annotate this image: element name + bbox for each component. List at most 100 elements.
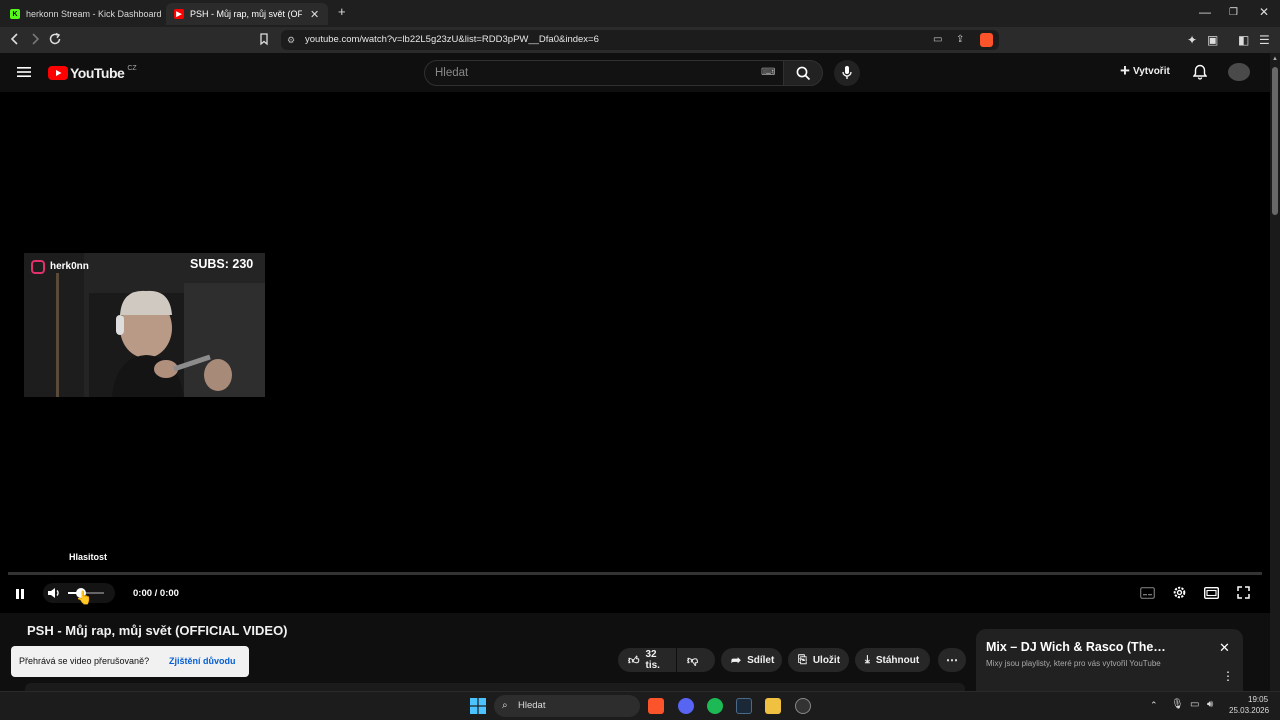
wallet-icon[interactable]: ▣ bbox=[1207, 32, 1218, 48]
notifications-button[interactable] bbox=[1192, 64, 1208, 85]
back-button[interactable] bbox=[9, 32, 21, 49]
steam-icon[interactable] bbox=[736, 698, 752, 714]
forward-icon bbox=[32, 33, 40, 45]
pause-button[interactable] bbox=[14, 587, 26, 605]
brave-browser-icon[interactable] bbox=[648, 698, 664, 714]
tray-overflow-icon[interactable]: ⌃ bbox=[1150, 700, 1158, 711]
sidebar-toggle-icon[interactable]: ◧ bbox=[1238, 32, 1249, 48]
voice-search-button[interactable] bbox=[834, 60, 860, 86]
clock-time[interactable]: 19:05 bbox=[1248, 695, 1268, 704]
search-button[interactable] bbox=[783, 60, 823, 86]
search-icon: ⌕ bbox=[502, 700, 508, 711]
download-label: Stáhnout bbox=[875, 654, 920, 666]
settings-button[interactable] bbox=[1172, 585, 1187, 605]
youtube-logo[interactable]: YouTube CZ bbox=[48, 65, 137, 81]
video-title: PSH - Můj rap, můj svět (OFFICIAL VIDEO) bbox=[27, 623, 288, 638]
youtube-logo-text: YouTube bbox=[70, 65, 125, 81]
theater-mode-button[interactable] bbox=[1203, 586, 1220, 604]
clock-date[interactable]: 25.03.2026 bbox=[1229, 706, 1269, 715]
tab-kick-dashboard[interactable]: K herkonn Stream - Kick Dashboard bbox=[2, 3, 162, 25]
mouse-cursor-icon: 👆 bbox=[76, 590, 93, 605]
url-field[interactable]: ⚙ youtube.com/watch?v=lb22L5g23zU&list=R… bbox=[281, 30, 999, 50]
like-count: 32 tis. bbox=[645, 649, 660, 671]
close-mix-icon[interactable]: ✕ bbox=[1219, 640, 1230, 656]
tray-microphone-icon[interactable]: 🎙︎ bbox=[1171, 699, 1184, 710]
cast-icon[interactable]: ▭ bbox=[933, 30, 942, 50]
forward-button[interactable] bbox=[29, 32, 41, 49]
spotify-icon[interactable] bbox=[707, 698, 723, 714]
speaker-icon[interactable]: 🔊︎ bbox=[1207, 699, 1213, 710]
toast-question: Přehrává se video přerušovaně? bbox=[19, 656, 150, 666]
save-label: Uložit bbox=[812, 654, 841, 666]
plus-icon: + bbox=[1120, 61, 1130, 80]
kick-icon: K bbox=[10, 9, 20, 19]
close-tab-icon[interactable]: ✕ bbox=[310, 8, 319, 21]
mix-playlist-panel: Mix – DJ Wich & Rasco (The… Mixy jsou pl… bbox=[976, 629, 1243, 691]
download-icon: ⤓ bbox=[865, 653, 870, 666]
tab-youtube-video[interactable]: ▶ PSH - Můj rap, můj svět (OFFICIA ✕ bbox=[166, 3, 328, 25]
scroll-up-icon[interactable]: ▲ bbox=[1272, 56, 1278, 62]
windows-start-icon[interactable] bbox=[470, 698, 486, 714]
subtitles-button[interactable] bbox=[1140, 586, 1155, 604]
pause-icon bbox=[16, 589, 24, 599]
guide-menu-button[interactable] bbox=[17, 65, 31, 83]
share-icon: ➦ bbox=[731, 653, 742, 667]
mix-subtitle: Mixy jsou playlisty, které pro vás vytvo… bbox=[986, 659, 1161, 668]
fullscreen-icon bbox=[1237, 586, 1250, 599]
theater-icon bbox=[1203, 586, 1220, 600]
extensions-icon[interactable]: ✦ bbox=[1187, 32, 1197, 48]
volume-tooltip: Hlasitost bbox=[69, 552, 108, 562]
description-box[interactable] bbox=[25, 683, 965, 691]
share-button[interactable]: ➦ Sdílet bbox=[721, 648, 782, 672]
reload-button[interactable] bbox=[48, 32, 62, 49]
brave-shields-icon[interactable] bbox=[980, 33, 993, 47]
browser-address-bar: ⚙ youtube.com/watch?v=lb22L5g23zU&list=R… bbox=[0, 27, 1280, 53]
youtube-icon: ▶ bbox=[174, 9, 184, 19]
more-horizontal-icon: ⋯ bbox=[946, 653, 958, 667]
thumbs-up-icon: 👍︎ bbox=[628, 654, 640, 667]
search-input[interactable]: Hledat ⌨ bbox=[424, 60, 784, 86]
browser-menu-icon[interactable]: ☰ bbox=[1259, 32, 1270, 48]
obs-icon[interactable] bbox=[795, 698, 811, 714]
new-tab-button[interactable]: + bbox=[338, 4, 346, 19]
file-explorer-icon[interactable] bbox=[765, 698, 781, 714]
share-page-icon[interactable]: ⇪ bbox=[956, 30, 964, 50]
url-text: youtube.com/watch?v=lb22L5g23zU&list=RDD… bbox=[305, 34, 599, 45]
more-actions-button[interactable]: ⋯ bbox=[938, 648, 966, 672]
mute-button[interactable] bbox=[47, 586, 61, 605]
reload-icon bbox=[49, 32, 61, 45]
keyboard-icon[interactable]: ⌨ bbox=[761, 61, 775, 85]
save-icon: ⎘ bbox=[798, 653, 807, 666]
mix-menu-icon[interactable]: ⋮ bbox=[1222, 669, 1234, 683]
create-button[interactable]: + Vytvořit bbox=[1120, 61, 1170, 80]
scrollbar-thumb[interactable] bbox=[1272, 67, 1278, 215]
subtitles-icon bbox=[1140, 587, 1155, 599]
gear-icon bbox=[1173, 586, 1186, 599]
avatar[interactable] bbox=[1228, 63, 1250, 81]
network-icon[interactable]: ▭ bbox=[1190, 699, 1199, 710]
save-button[interactable]: ⎘ Uložit bbox=[788, 648, 849, 672]
windows-logo-icon bbox=[470, 698, 486, 714]
like-button[interactable]: 👍︎ 32 tis. bbox=[618, 648, 676, 672]
close-window-button[interactable]: ✕ bbox=[1259, 5, 1269, 19]
discord-icon[interactable] bbox=[678, 698, 694, 714]
bell-icon bbox=[1192, 64, 1208, 80]
download-button[interactable]: ⤓ Stáhnout bbox=[855, 648, 930, 672]
progress-bar[interactable] bbox=[8, 572, 1262, 575]
site-settings-icon[interactable]: ⚙ bbox=[287, 30, 295, 50]
volume-icon bbox=[48, 588, 59, 598]
dislike-button[interactable]: 👎︎ bbox=[677, 648, 715, 672]
facecam-overlay: herk0nn SUBS: 230 bbox=[24, 253, 265, 397]
minimize-button[interactable]: — bbox=[1199, 5, 1211, 19]
taskbar-search[interactable]: ⌕ Hledat bbox=[494, 695, 640, 717]
toast-link[interactable]: Zjištění důvodu bbox=[169, 656, 236, 666]
video-player[interactable]: herk0nn SUBS: 230 Hlasitost 👆 0:00 / 0:0… bbox=[0, 92, 1270, 613]
youtube-header: YouTube CZ Hledat ⌨ + Vytvořit bbox=[0, 53, 1270, 92]
fullscreen-button[interactable] bbox=[1237, 586, 1250, 604]
thumbs-down-icon: 👎︎ bbox=[687, 654, 699, 667]
tab-title: PSH - Můj rap, můj svět (OFFICIA bbox=[190, 9, 302, 19]
bookmark-button[interactable] bbox=[258, 32, 270, 49]
page-scrollbar[interactable]: ▲ bbox=[1270, 53, 1280, 691]
time-display: 0:00 / 0:00 bbox=[133, 588, 179, 599]
maximize-button[interactable]: ❐ bbox=[1229, 7, 1238, 18]
